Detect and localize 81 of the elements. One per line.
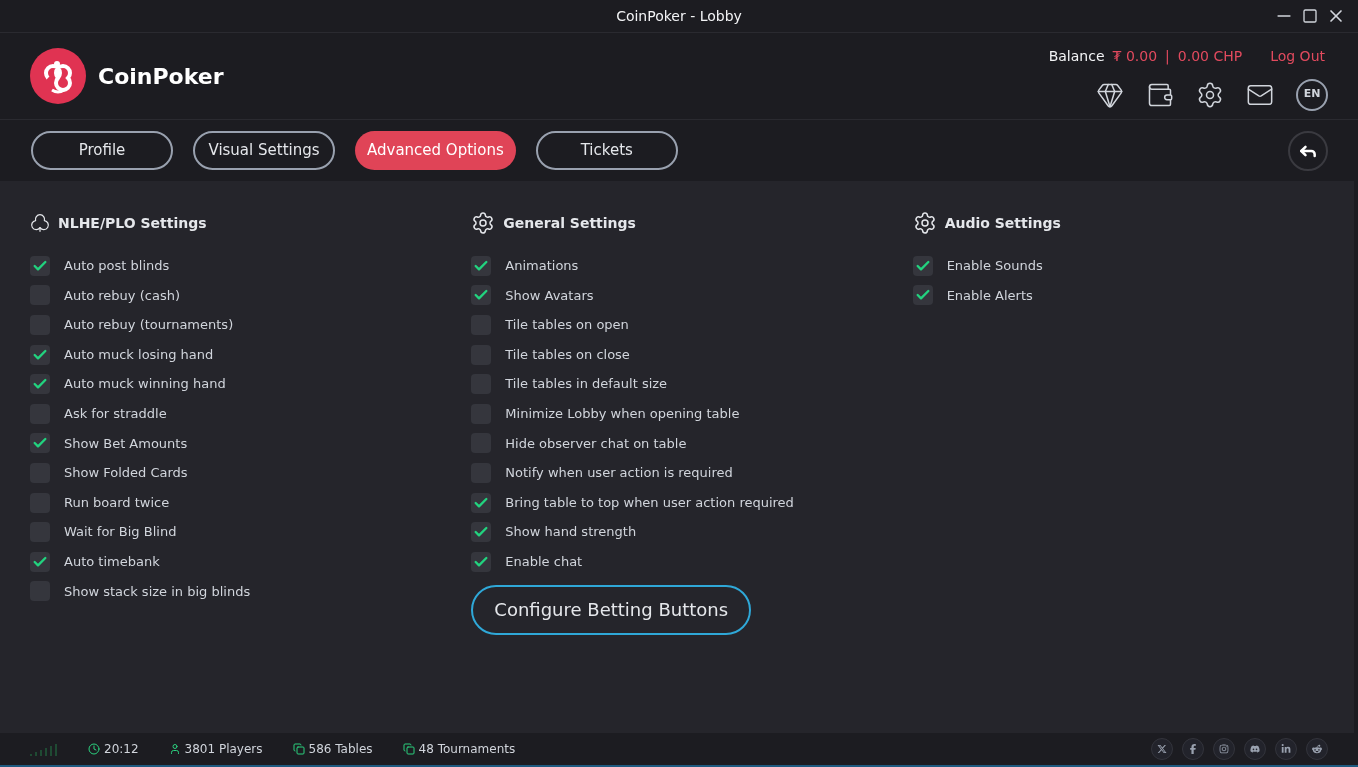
facebook-logo-icon[interactable] xyxy=(1182,738,1204,760)
window-title: CoinPoker - Lobby xyxy=(616,6,742,26)
section-heading: Audio Settings xyxy=(944,213,1061,233)
balance-label: Balance xyxy=(1048,46,1105,66)
checkbox[interactable] xyxy=(30,374,50,395)
log-out-link[interactable]: Log Out xyxy=(1270,45,1325,67)
tables-icon xyxy=(292,743,305,755)
checkbox[interactable] xyxy=(30,551,50,572)
option-label: Run board twice xyxy=(64,493,170,512)
option-label: Show hand strength xyxy=(505,523,637,542)
option-label: Auto muck winning hand xyxy=(64,375,226,394)
option-label: Tile tables on open xyxy=(505,316,629,335)
option-label: Show Avatars xyxy=(505,286,594,305)
players-count: 3801 Players xyxy=(184,741,263,758)
settings-icon[interactable] xyxy=(1196,80,1224,109)
tournaments-count: 48 Tournaments xyxy=(418,741,516,758)
option-label: Ask for straddle xyxy=(64,405,167,423)
checkbox[interactable] xyxy=(471,255,492,276)
x-logo-icon-glyph xyxy=(1157,744,1167,754)
checkbox[interactable] xyxy=(912,285,933,306)
instagram-logo-icon-glyph xyxy=(1219,744,1229,754)
option-label: Enable chat xyxy=(505,553,583,571)
checkbox[interactable] xyxy=(30,433,50,454)
instagram-logo-icon[interactable] xyxy=(1213,738,1235,760)
option-label: Show Folded Cards xyxy=(64,464,188,483)
x-logo-icon[interactable] xyxy=(1151,738,1173,760)
logo-icon xyxy=(30,48,86,104)
gear-icon xyxy=(912,211,937,235)
option-label: Show Bet Amounts xyxy=(64,434,188,453)
option-label: Enable Alerts xyxy=(946,286,1033,305)
linkedin-logo-icon-glyph xyxy=(1281,744,1291,754)
option-label: Auto post blinds xyxy=(64,257,170,276)
option-label: Auto timebank xyxy=(64,553,160,571)
brand-name: CoinPoker xyxy=(98,62,224,91)
configure-betting-buttons-button[interactable]: Configure Betting Buttons xyxy=(471,584,752,635)
option-label: Notify when user action is required xyxy=(505,464,733,483)
gear-icon xyxy=(471,211,496,235)
option-label: Tile tables on close xyxy=(505,345,630,364)
option-label: Enable Sounds xyxy=(946,257,1043,276)
option-label: Bring table to top when user action required xyxy=(505,493,794,512)
time-text: 20:12 xyxy=(104,741,139,758)
checkbox[interactable] xyxy=(471,551,492,572)
balance-chp: 0.00 CHP xyxy=(1177,46,1243,66)
signal-icon xyxy=(30,742,58,756)
option-label: Auto rebuy (tournaments) xyxy=(64,316,234,335)
language-button[interactable]: EN xyxy=(1296,78,1328,111)
checkbox[interactable] xyxy=(912,255,933,276)
tab[interactable]: Advanced Options xyxy=(355,131,516,170)
balance-token: ₮ 0.00 xyxy=(1112,46,1158,66)
checkbox[interactable] xyxy=(30,344,50,365)
reddit-logo-icon[interactable] xyxy=(1306,738,1328,760)
checkbox[interactable] xyxy=(471,522,492,543)
user-icon xyxy=(168,743,181,755)
tournaments-icon xyxy=(402,743,415,755)
tab[interactable]: Profile xyxy=(31,131,173,170)
checkbox[interactable] xyxy=(471,492,492,513)
facebook-logo-icon-glyph xyxy=(1188,744,1198,754)
tables-count: 586 Tables xyxy=(308,741,373,758)
discord-logo-icon-glyph xyxy=(1250,744,1260,754)
checkbox[interactable] xyxy=(30,255,50,276)
reddit-logo-icon-glyph xyxy=(1312,744,1322,754)
maximize-icon[interactable] xyxy=(1302,8,1318,24)
back-button[interactable] xyxy=(1288,130,1328,171)
option-label: Wait for Big Blind xyxy=(64,523,177,542)
separator: | xyxy=(1165,46,1170,67)
option-label: Auto rebuy (cash) xyxy=(64,286,180,305)
option-label: Minimize Lobby when opening table xyxy=(505,405,740,423)
option-label: Tile tables in default size xyxy=(505,375,668,394)
section-heading: General Settings xyxy=(503,213,636,233)
linkedin-logo-icon[interactable] xyxy=(1275,738,1297,760)
club-icon xyxy=(30,213,50,233)
tab[interactable]: Tickets xyxy=(535,131,678,170)
discord-logo-icon[interactable] xyxy=(1244,738,1266,760)
section-heading: NLHE/PLO Settings xyxy=(58,213,207,233)
option-label: Auto muck losing hand xyxy=(64,345,214,364)
option-label: Show stack size in big blinds xyxy=(64,582,251,601)
clock-icon xyxy=(88,743,100,755)
checkbox[interactable] xyxy=(471,285,492,306)
tab[interactable]: Visual Settings xyxy=(193,131,335,170)
option-label: Animations xyxy=(505,257,579,276)
option-label: Hide observer chat on table xyxy=(505,434,687,453)
